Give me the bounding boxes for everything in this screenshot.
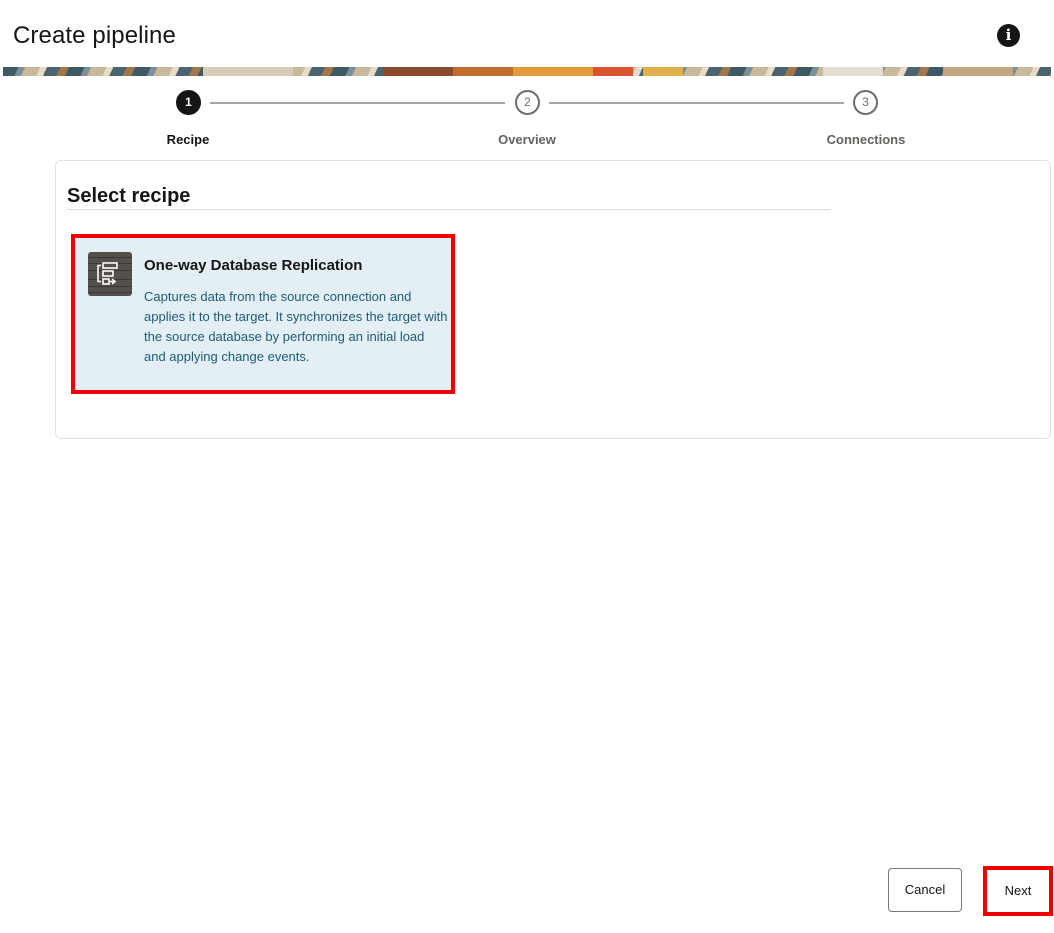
step-2-indicator[interactable]: 2 xyxy=(515,90,540,115)
section-title: Select recipe xyxy=(67,185,191,207)
decorative-banner xyxy=(3,67,1051,76)
step-2-label[interactable]: Overview xyxy=(498,132,556,147)
section-divider xyxy=(67,209,831,210)
step-1-label[interactable]: Recipe xyxy=(167,132,210,147)
step-3-indicator[interactable]: 3 xyxy=(853,90,878,115)
info-icon[interactable]: i xyxy=(997,24,1020,47)
step-1-indicator[interactable]: 1 xyxy=(176,90,201,115)
wizard-stepper: 1 2 3 Recipe Overview Connections xyxy=(0,90,1054,150)
recipe-card-one-way-replication[interactable]: One-way Database Replication Captures da… xyxy=(71,234,455,394)
recipe-description: Captures data from the source connection… xyxy=(144,289,448,364)
cancel-button[interactable]: Cancel xyxy=(888,868,962,912)
recipe-title: One-way Database Replication xyxy=(144,257,363,274)
page-title: Create pipeline xyxy=(13,22,176,49)
database-replication-icon xyxy=(88,252,132,296)
next-button[interactable]: Next xyxy=(983,866,1053,916)
step-connector xyxy=(210,102,505,104)
recipe-panel: Select recipe One-way Database Replicati… xyxy=(55,160,1051,439)
page-header: Create pipeline i xyxy=(0,0,1054,68)
step-3-label[interactable]: Connections xyxy=(827,132,906,147)
step-connector xyxy=(549,102,844,104)
